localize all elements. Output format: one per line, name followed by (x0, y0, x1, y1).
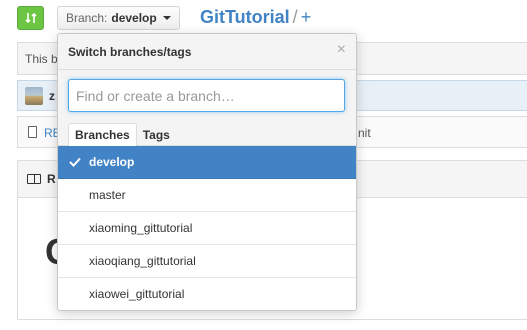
commit-author[interactable]: z (49, 89, 55, 103)
checkmark-icon (69, 157, 81, 167)
filter-area: Branches Tags (58, 70, 356, 147)
file-icon (28, 126, 37, 138)
branch-item-develop[interactable]: develop (58, 146, 356, 179)
repo-name-link[interactable]: GitTutorial (200, 7, 290, 27)
current-branch-label: develop (111, 11, 157, 25)
branch-switcher-dropdown: Switch branches/tags × Branches Tags dev… (57, 33, 357, 311)
compare-arrows-icon (24, 12, 37, 24)
branch-notice-text: This b (25, 52, 58, 66)
branch-prefix-label: Branch: (66, 11, 108, 25)
branch-tag-tabs: Branches Tags (68, 123, 176, 147)
branch-item-label: xiaoming_gittutorial (89, 221, 193, 235)
branch-select-button[interactable]: Branch: develop (57, 6, 180, 30)
avatar (25, 87, 43, 105)
tab-tags[interactable]: Tags (137, 123, 176, 147)
repo-path: GitTutorial / + (200, 7, 311, 28)
path-separator: / (292, 7, 298, 27)
dropdown-title: Switch branches/tags (68, 45, 192, 59)
dropdown-header: Switch branches/tags × (58, 34, 356, 70)
branch-list: develop master xiaoming_gittutorial xiao… (58, 146, 356, 310)
branch-item-label: develop (89, 155, 135, 169)
branch-filter-input[interactable] (68, 79, 345, 112)
readme-title: R (47, 172, 56, 186)
book-icon (27, 174, 41, 184)
add-file-link[interactable]: + (301, 7, 312, 27)
branch-item-xiaowei[interactable]: xiaowei_gittutorial (58, 278, 356, 310)
branch-item-xiaoqiang[interactable]: xiaoqiang_gittutorial (58, 245, 356, 278)
branch-item-label: xiaoqiang_gittutorial (89, 254, 196, 268)
compare-branches-button[interactable] (17, 6, 44, 30)
branch-item-master[interactable]: master (58, 179, 356, 212)
file-commit-message: nit (358, 126, 371, 140)
caret-down-icon (162, 16, 171, 20)
branch-item-label: xiaowei_gittutorial (89, 287, 185, 301)
close-icon[interactable]: × (337, 42, 346, 58)
tab-branches[interactable]: Branches (68, 123, 137, 147)
branch-item-label: master (89, 188, 126, 202)
branch-item-xiaoming[interactable]: xiaoming_gittutorial (58, 212, 356, 245)
